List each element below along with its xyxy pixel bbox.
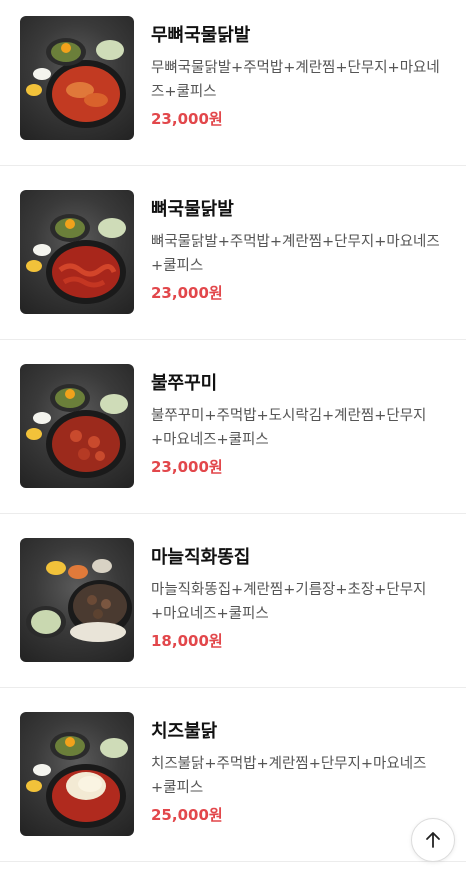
- menu-item-price: 23,000원: [151, 284, 223, 302]
- menu-item-name: 불쭈꾸미: [151, 373, 218, 394]
- menu-item-photo[interactable]: [20, 712, 134, 836]
- menu-item[interactable]: 뼈국물닭발 뼈국물닭발+주먹밥+계란찜+단무지+마요네즈+쿨피스 23,000원: [0, 166, 466, 340]
- menu-item-info: 무뼈국물닭발 무뼈국물닭발+주먹밥+계란찜+단무지+마요네즈+쿨피스 23,00…: [151, 24, 447, 130]
- food-photo-icon: [26, 384, 128, 478]
- menu-item-name: 치즈불닭: [151, 721, 218, 742]
- food-photo-icon: [26, 214, 126, 304]
- menu-item-photo[interactable]: [20, 364, 134, 488]
- menu-item-info: 불쭈꾸미 불쭈꾸미+주먹밥+도시락김+계란찜+단무지+마요네즈+쿨피스 23,0…: [151, 372, 447, 478]
- menu-item-price: 23,000원: [151, 458, 223, 476]
- menu-item-price: 25,000원: [151, 806, 223, 824]
- menu-item-description: 마늘직화똥집+계란찜+기름장+초장+단무지+마요네즈+쿨피스: [151, 582, 427, 622]
- food-photo-icon: [26, 732, 128, 828]
- menu-item-description: 뼈국물닭발+주먹밥+계란찜+단무지+마요네즈+쿨피스: [151, 234, 440, 274]
- menu-item-name: 무뼈국물닭발: [151, 25, 251, 46]
- menu-item-info: 치즈불닭 치즈불닭+주먹밥+계란찜+단무지+마요네즈+쿨피스 25,000원: [151, 720, 447, 826]
- menu-item[interactable]: 마늘직화똥집 마늘직화똥집+계란찜+기름장+초장+단무지+마요네즈+쿨피스 18…: [0, 514, 466, 688]
- menu-item-photo[interactable]: [20, 190, 134, 314]
- menu-item-name: 마늘직화똥집: [151, 547, 251, 568]
- menu-item[interactable]: 치즈불닭 치즈불닭+주먹밥+계란찜+단무지+마요네즈+쿨피스 25,000원: [0, 688, 466, 862]
- menu-item-description: 치즈불닭+주먹밥+계란찜+단무지+마요네즈+쿨피스: [151, 756, 427, 796]
- food-photo-icon: [26, 38, 126, 128]
- scroll-to-top-button[interactable]: [411, 818, 455, 862]
- menu-item[interactable]: 불쭈꾸미 불쭈꾸미+주먹밥+도시락김+계란찜+단무지+마요네즈+쿨피스 23,0…: [0, 340, 466, 514]
- food-photo-icon: [26, 559, 132, 642]
- menu-item[interactable]: 무뼈국물닭발 무뼈국물닭발+주먹밥+계란찜+단무지+마요네즈+쿨피스 23,00…: [0, 0, 466, 166]
- menu-item-info: 뼈국물닭발 뼈국물닭발+주먹밥+계란찜+단무지+마요네즈+쿨피스 23,000원: [151, 198, 447, 304]
- menu-item-description: 불쭈꾸미+주먹밥+도시락김+계란찜+단무지+마요네즈+쿨피스: [151, 408, 427, 448]
- menu-item-price: 18,000원: [151, 632, 223, 650]
- menu-list: 무뼈국물닭발 무뼈국물닭발+주먹밥+계란찜+단무지+마요네즈+쿨피스 23,00…: [0, 0, 466, 862]
- menu-item-name: 뼈국물닭발: [151, 199, 234, 220]
- menu-item-photo[interactable]: [20, 538, 134, 662]
- menu-item-info: 마늘직화똥집 마늘직화똥집+계란찜+기름장+초장+단무지+마요네즈+쿨피스 18…: [151, 546, 447, 652]
- menu-item-price: 23,000원: [151, 110, 223, 128]
- arrow-up-icon: [426, 832, 440, 848]
- menu-item-description: 무뼈국물닭발+주먹밥+계란찜+단무지+마요네즈+쿨피스: [151, 60, 440, 100]
- menu-item-photo[interactable]: [20, 16, 134, 140]
